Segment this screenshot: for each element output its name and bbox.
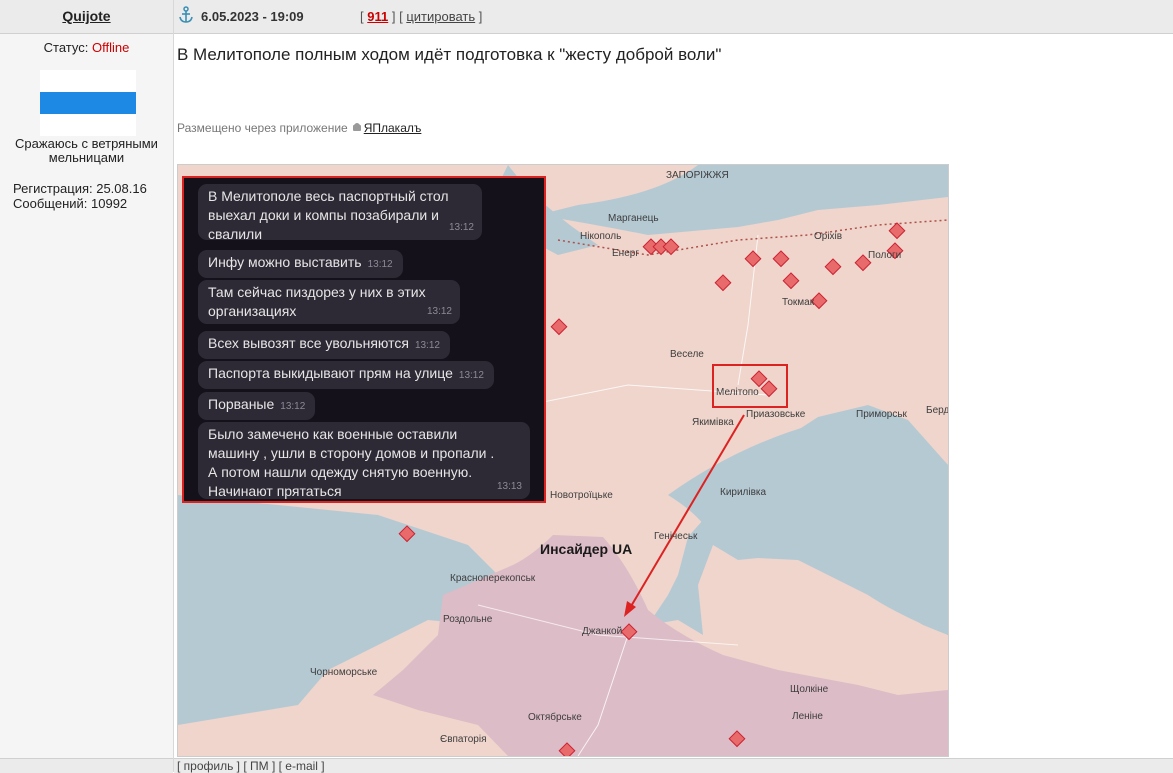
footer-links[interactable]: [ профиль ] [ ПМ ] [ e-mail ] (177, 759, 325, 773)
user-title: Сражаюсь с ветряными мельницами (15, 136, 158, 165)
label-chornomorske: Чорноморське (310, 667, 378, 678)
post-header: 6.05.2023 - 19:09 [ 911 ] [ цитировать ] (174, 0, 1173, 34)
label-yakymivka: Якимівка (692, 417, 734, 428)
post-number-link[interactable]: 911 (367, 9, 388, 24)
label-zaporizhzhia: ЗАПОРІЖЖЯ (666, 170, 729, 181)
label-insider: Инсайдер UA (540, 541, 633, 557)
chat-message: В Мелитополе весь паспортный стол выехал… (198, 184, 482, 242)
anchor-icon[interactable] (178, 6, 194, 24)
status-value: Offline (92, 40, 130, 55)
label-oktiabrske: Октябрське (528, 712, 582, 723)
post-image[interactable]: ЗАПОРІЖЖЯ Марганець Нікополь Енерг Оріхі… (177, 164, 949, 757)
label-berdiansk: Берд (926, 405, 949, 416)
label-yevpatoria: Євпаторія (440, 734, 487, 745)
user-column: Quijote Статус: Offline Сражаюсь с ветря… (0, 0, 174, 773)
post-footer: [ профиль ] [ ПМ ] [ e-mail ] (174, 758, 1173, 773)
label-lenine: Леніне (792, 711, 823, 722)
chat-message: Порваные 13:12 (198, 392, 316, 420)
label-tokmak: Токмак (782, 297, 815, 308)
label-shcholkine: Щолкіне (790, 684, 829, 695)
username-link[interactable]: Quijote (62, 8, 110, 24)
label-melitopol: Мелітопо (716, 387, 759, 398)
label-pryazovske: Приазовське (746, 409, 806, 420)
app-link[interactable]: ЯПлакалъ (364, 121, 422, 135)
label-marhanets: Марганець (608, 213, 659, 224)
android-icon (352, 123, 361, 131)
post-title: В Мелитополе полным ходом идёт подготовк… (177, 45, 722, 64)
chat-screenshot: В Мелитополе весь паспортный стол выехал… (182, 176, 546, 503)
post-column: 6.05.2023 - 19:09 [ 911 ] [ цитировать ]… (174, 0, 1173, 773)
user-avatar (40, 70, 136, 136)
post-date: 6.05.2023 - 19:09 (201, 9, 304, 24)
label-novotroitske: Новотроїцьке (550, 490, 613, 501)
user-header: Quijote (0, 0, 173, 34)
label-kyrylivka: Кирилівка (720, 487, 767, 498)
quote-link[interactable]: цитировать (406, 9, 475, 24)
message-count: Сообщений: 10992 (13, 196, 128, 211)
user-footer (0, 758, 173, 773)
status-label: Статус: (43, 40, 89, 55)
label-prymorsk: Приморськ (856, 409, 907, 420)
user-stats: Регистрация: 25.08.16 Сообщений: 10992 (13, 181, 147, 211)
label-krasnoperekopsk: Красноперекопськ (450, 573, 536, 584)
chat-message: Всех вывозят все увольняются 13:12 (198, 331, 450, 359)
posted-via: Размещено через приложение ЯПлакалъ (177, 121, 422, 135)
label-enerhodar: Енерг (612, 248, 639, 259)
label-polohy: Пологи (868, 250, 902, 261)
user-status: Статус: Offline (0, 40, 173, 55)
chat-message: Там сейчас пиздорез у них в этих организ… (198, 280, 460, 324)
chat-message: Инфу можно выставить 13:12 (198, 250, 403, 278)
chat-message: Было замечено как военные оставили машин… (198, 422, 530, 499)
label-rozdolne: Роздольне (443, 614, 493, 625)
label-orikhiv: Оріхів (814, 231, 843, 242)
label-henichesk: Генічеськ (654, 531, 698, 542)
label-dzhankoi: Джанкой (582, 626, 623, 637)
label-vesele: Веселе (670, 349, 704, 360)
label-nikopol: Нікополь (580, 231, 622, 242)
registration-date: Регистрация: 25.08.16 (13, 181, 147, 196)
chat-message: Паспорта выкидывают прям на улице 13:12 (198, 361, 494, 389)
post-meta: [ 911 ] [ цитировать ] (360, 9, 483, 24)
